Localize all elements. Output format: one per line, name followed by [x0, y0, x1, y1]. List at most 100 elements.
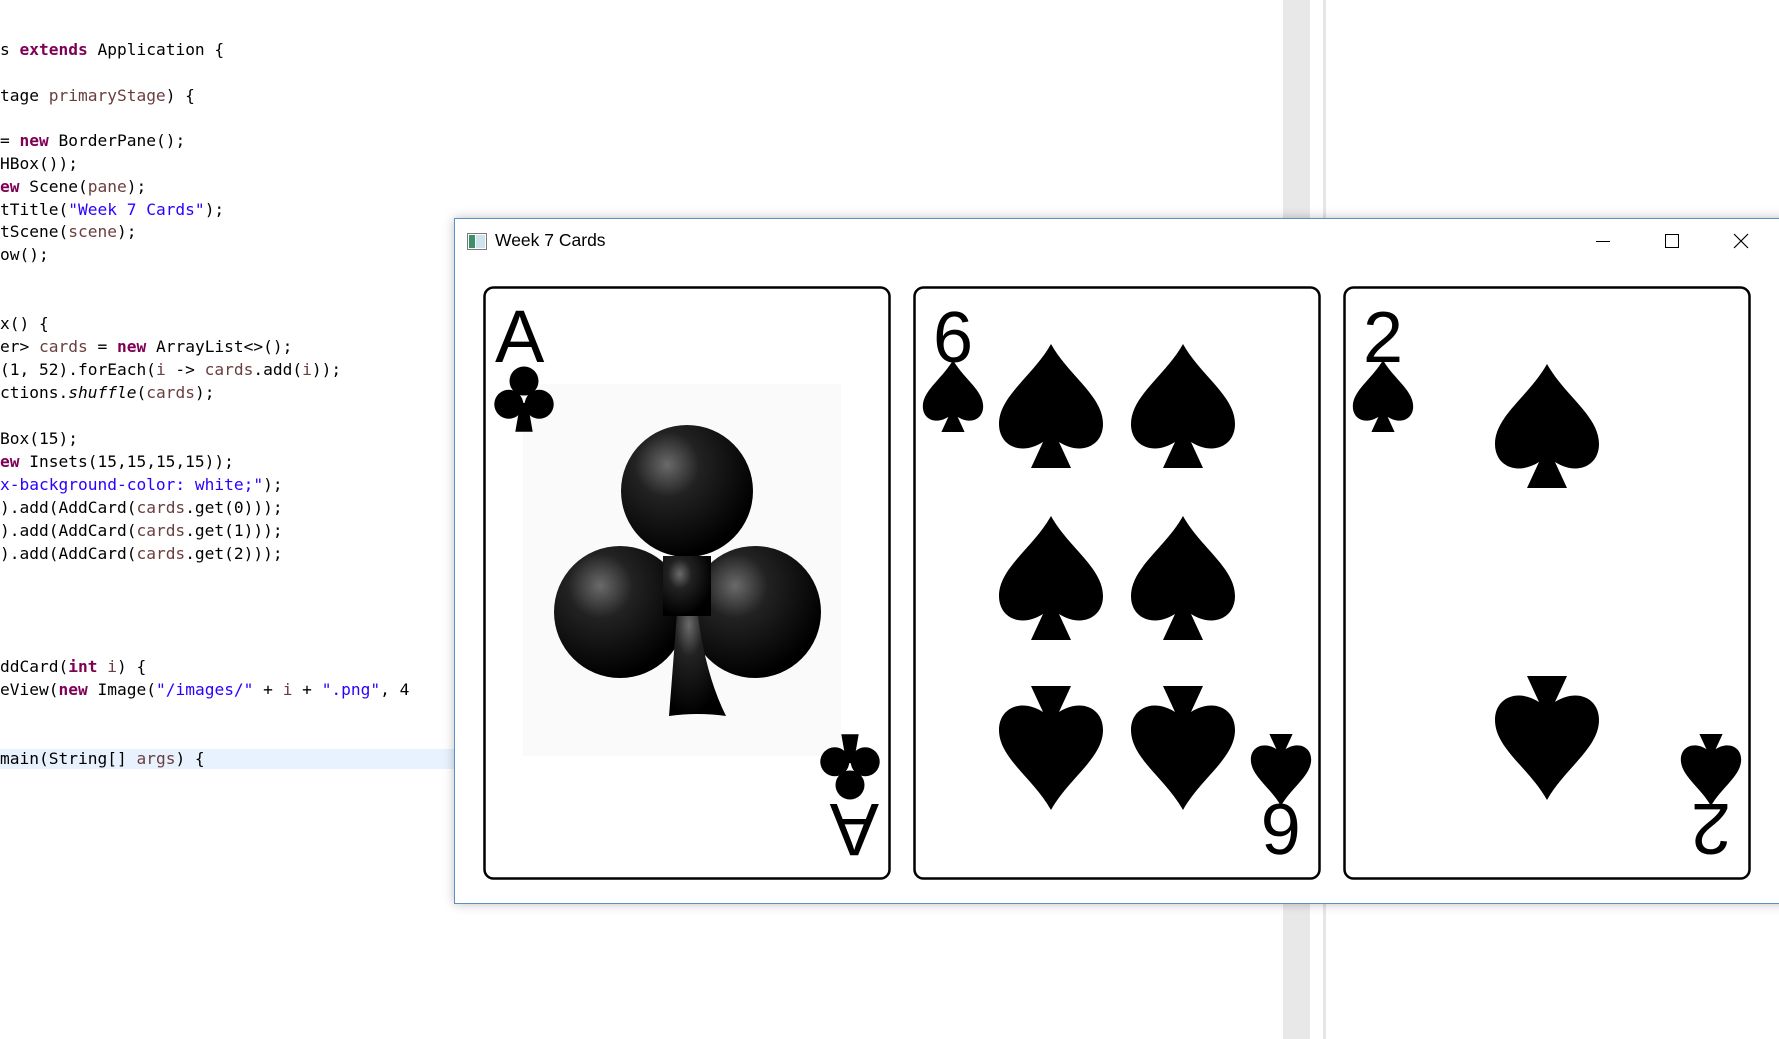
code-token: cards: [136, 544, 186, 563]
code-token: cards: [146, 383, 195, 402]
code-line[interactable]: s extends Application {: [0, 40, 224, 60]
close-button[interactable]: [1710, 221, 1772, 261]
code-token: cards: [136, 498, 186, 517]
code-token: new: [58, 680, 88, 699]
close-icon: [1733, 233, 1749, 249]
code-token: (: [136, 383, 147, 402]
code-token: HBox());: [0, 154, 78, 173]
card-rank-top: A: [495, 295, 545, 378]
code-token: ).add(AddCard(: [0, 521, 137, 540]
code-token: x() {: [0, 314, 49, 333]
code-token: pane: [87, 177, 127, 196]
code-token: new: [19, 131, 49, 150]
code-token: ) {: [165, 86, 195, 105]
code-token: primaryStage: [48, 86, 166, 105]
card-ace-of-clubs: A A: [483, 286, 891, 880]
code-line[interactable]: ).add(AddCard(cards.get(2)));: [0, 544, 283, 564]
code-token: er>: [0, 337, 39, 356]
code-token: shuffle: [68, 383, 137, 402]
maximize-icon: [1665, 234, 1679, 248]
javafx-window-icon: [467, 233, 487, 250]
code-line[interactable]: ew Scene(pane);: [0, 177, 146, 197]
code-token: ddCard(: [0, 657, 69, 676]
code-token: Image(: [87, 680, 156, 699]
code-token: i: [302, 360, 312, 379]
code-token: ew: [0, 452, 20, 471]
code-token: , 4: [380, 680, 410, 699]
code-line[interactable]: x-background-color: white;");: [0, 475, 283, 495]
code-token: .get(1)));: [185, 521, 283, 540]
code-token: .add(: [253, 360, 303, 379]
code-token: i: [282, 680, 293, 699]
code-token: +: [292, 680, 322, 699]
window-title: Week 7 Cards: [495, 230, 606, 250]
code-token: i: [107, 657, 117, 676]
code-token: args: [136, 749, 176, 768]
code-token: ew: [0, 177, 20, 196]
code-token: (1, 52).forEach(: [0, 360, 156, 379]
window-titlebar[interactable]: Week 7 Cards: [455, 219, 1779, 265]
code-line[interactable]: (1, 52).forEach(i -> cards.add(i));: [0, 360, 341, 380]
code-token: i: [155, 360, 166, 379]
code-token: "Week 7 Cards": [68, 200, 205, 219]
code-token: );: [194, 383, 215, 402]
code-token: extends: [19, 40, 88, 59]
card-two-of-spades: 2 2: [1343, 286, 1751, 880]
code-line[interactable]: ow();: [0, 245, 49, 265]
code-line[interactable]: tScene(scene);: [0, 222, 136, 242]
code-line[interactable]: Box(15);: [0, 429, 78, 449]
code-line[interactable]: = new BorderPane();: [0, 131, 185, 151]
code-token: cards: [136, 521, 186, 540]
code-token: ) {: [175, 749, 205, 768]
code-token: s: [0, 40, 20, 59]
minimize-icon: [1596, 241, 1610, 242]
code-token: );: [116, 222, 137, 241]
code-token: +: [253, 680, 283, 699]
maximize-button[interactable]: [1641, 221, 1703, 261]
code-token: ow();: [0, 245, 49, 264]
code-token: ctions.: [0, 383, 69, 402]
code-token: x-background-color: white;": [0, 475, 264, 494]
minimize-button[interactable]: [1572, 221, 1634, 261]
code-token: ).add(AddCard(: [0, 544, 137, 563]
code-token: Scene(: [19, 177, 88, 196]
code-token: ).add(AddCard(: [0, 498, 137, 517]
code-line[interactable]: ).add(AddCard(cards.get(0)));: [0, 498, 283, 518]
code-line[interactable]: ).add(AddCard(cards.get(1)));: [0, 521, 283, 541]
code-line[interactable]: eView(new Image("/images/" + i + ".png",…: [0, 680, 409, 700]
code-token: ArrayList<>();: [146, 337, 293, 356]
code-token: cards: [204, 360, 254, 379]
card-six-of-spades: 6 6: [913, 286, 1321, 880]
code-token: .get(0)));: [185, 498, 283, 517]
code-line[interactable]: ddCard(int i) {: [0, 657, 146, 677]
code-token: tage: [0, 86, 49, 105]
code-token: "/images/": [155, 680, 254, 699]
code-token: .get(2)));: [185, 544, 283, 563]
code-token: =: [87, 337, 117, 356]
code-token: new: [116, 337, 147, 356]
code-line[interactable]: tage primaryStage) {: [0, 86, 195, 106]
code-line[interactable]: tTitle("Week 7 Cards");: [0, 200, 224, 220]
code-line[interactable]: x() {: [0, 314, 49, 334]
code-line[interactable]: ctions.shuffle(cards);: [0, 383, 214, 403]
code-token: main(String[]: [0, 749, 137, 768]
code-line[interactable]: main(String[] args) {: [0, 749, 460, 769]
code-token: cards: [38, 337, 88, 356]
code-token: =: [0, 131, 20, 150]
code-token: tScene(: [0, 222, 69, 241]
code-line[interactable]: HBox());: [0, 154, 78, 174]
code-token: Insets(15,15,15,15));: [19, 452, 234, 471]
code-token: );: [126, 177, 147, 196]
code-token: eView(: [0, 680, 59, 699]
code-token: Application {: [87, 40, 225, 59]
code-token: ->: [165, 360, 205, 379]
code-line[interactable]: er> cards = new ArrayList<>();: [0, 337, 292, 357]
code-token: BorderPane();: [48, 131, 186, 150]
code-token: ".png": [321, 680, 381, 699]
code-token: tTitle(: [0, 200, 69, 219]
code-line[interactable]: ew Insets(15,15,15,15));: [0, 452, 234, 472]
card-rank-bottom: A: [829, 788, 879, 871]
code-token: ));: [311, 360, 342, 379]
code-token: );: [204, 200, 225, 219]
